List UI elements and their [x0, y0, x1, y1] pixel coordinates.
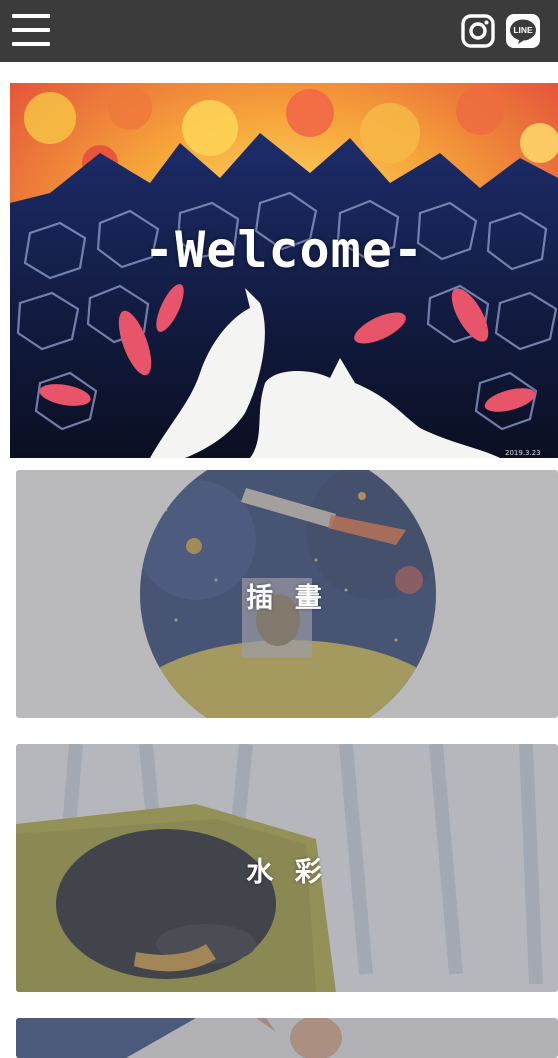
- menu-line: [12, 42, 50, 46]
- category-card-illustration[interactable]: 插 畫: [16, 470, 558, 718]
- hero-title: -Welcome-: [144, 221, 424, 279]
- menu-line: [12, 28, 50, 32]
- category-card-third[interactable]: [16, 1018, 558, 1058]
- instagram-icon[interactable]: [461, 14, 495, 48]
- top-navigation-bar: LINE: [0, 0, 558, 62]
- category-card-watercolor[interactable]: 水 彩: [16, 744, 558, 992]
- category-title-illustration: 插 畫: [246, 583, 328, 614]
- card-overlay: [16, 1018, 558, 1058]
- line-icon-label: LINE: [513, 25, 533, 35]
- painting-signature: 2019.3.23: [505, 449, 541, 457]
- category-title-watercolor: 水 彩: [246, 857, 328, 888]
- hamburger-menu-icon[interactable]: [12, 14, 50, 46]
- hero-banner: 2019.3.23 -Welcome-: [10, 83, 558, 458]
- line-icon[interactable]: LINE: [506, 14, 540, 48]
- menu-line: [12, 14, 50, 18]
